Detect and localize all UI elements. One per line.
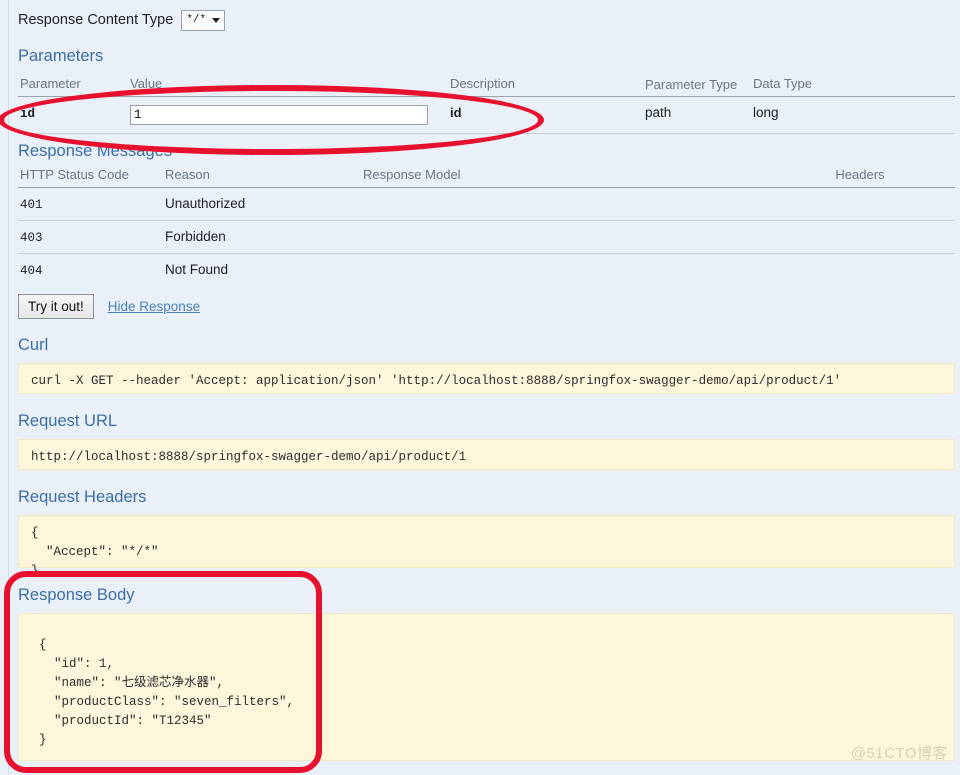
param-data-type-cell: long [751,96,955,134]
status-code-cell: 401 [18,187,163,221]
request-headers-box[interactable]: { "Accept": "*/*" } [18,515,955,578]
param-value-cell [128,96,448,134]
response-messages-header-row: HTTP Status Code Reason Response Model H… [18,166,955,188]
param-description-cell: id [448,96,643,134]
parameters-heading: Parameters [18,47,104,65]
table-row: 401 Unauthorized [18,187,955,221]
chevron-down-icon [212,17,221,23]
param-name-cell: id [18,96,128,134]
response-content-type-label: Response Content Type [18,12,174,28]
headers-cell [769,254,955,287]
param-description: id [450,105,462,120]
swagger-operation-panel: Response Content Type */* Parameters Par… [0,0,960,775]
operation-left-rail [8,0,9,775]
table-row: 404 Not Found [18,254,955,287]
watermark: @51CTO博客 [850,745,948,762]
operation-actions: Try it out! Hide Response [8,286,955,319]
response-content-type-select[interactable]: */* [181,9,226,31]
curl-heading: Curl [18,336,49,354]
response-model-cell [361,254,769,287]
table-row: 403 Forbidden [18,220,955,254]
reason-cell: Not Found [165,262,229,277]
status-code-cell: 403 [18,220,163,254]
response-body-heading: Response Body [18,586,135,604]
request-url-heading: Request URL [18,412,118,430]
parameters-table: Parameter Value Description Parameter Ty… [18,75,955,134]
response-messages-table: HTTP Status Code Reason Response Model H… [18,166,955,286]
col-parameter-type: Parameter Type [643,75,751,97]
col-value: Value [128,75,448,97]
headers-cell [769,220,955,254]
hide-response-link[interactable]: Hide Response [108,299,200,314]
parameters-header-row: Parameter Value Description Parameter Ty… [18,75,955,97]
table-row: id id path long [18,96,955,134]
request-url-box[interactable]: http://localhost:8888/springfox-swagger-… [18,439,955,470]
operation-content: Response Content Type */* Parameters Par… [18,0,955,761]
response-messages-heading: Response Messages [18,142,173,160]
response-body-box[interactable]: { "id": 1, "name": "七级滤芯净水器", "productCl… [18,613,955,761]
try-it-out-button[interactable]: Try it out! [18,294,94,319]
headers-cell [769,187,955,221]
response-model-cell [361,220,769,254]
col-response-model: Response Model [361,166,769,188]
reason-cell: Forbidden [163,220,361,254]
col-data-type: Data Type [751,75,955,97]
col-parameter: Parameter [18,75,128,97]
param-type-cell: path [643,96,751,134]
col-headers: Headers [769,166,955,188]
param-name: id [20,107,36,121]
col-reason: Reason [163,166,361,188]
curl-command-box[interactable]: curl -X GET --header 'Accept: applicatio… [18,363,955,394]
param-value-input[interactable] [130,105,428,125]
status-code-cell: 404 [18,254,163,287]
status-code: 403 [20,231,43,245]
reason-cell: Unauthorized [163,187,361,221]
response-content-type-value: */* [186,14,207,26]
response-model-cell [361,187,769,221]
request-headers-heading: Request Headers [18,488,147,506]
response-content-type-row: Response Content Type */* [18,0,955,36]
col-http-status-code: HTTP Status Code [18,166,163,188]
col-description: Description [448,75,643,97]
status-code: 404 [20,264,43,278]
status-code: 401 [20,198,43,212]
